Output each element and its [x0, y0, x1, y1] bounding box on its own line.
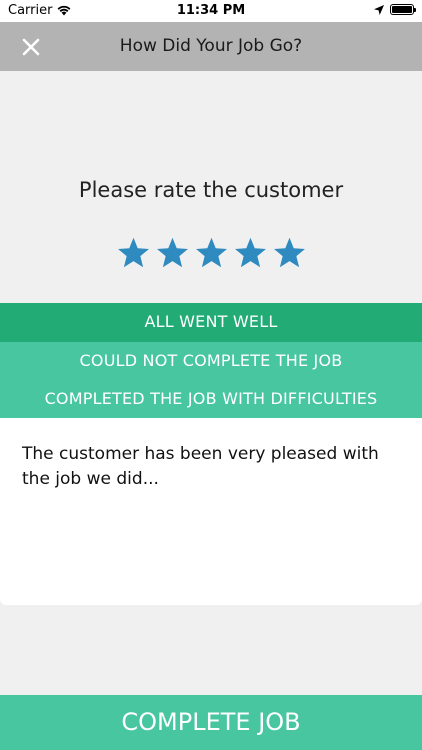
star-rating [0, 236, 422, 271]
status-bar: Carrier 11:34 PM [0, 0, 422, 22]
star-icon[interactable] [155, 236, 190, 271]
star-icon[interactable] [272, 236, 307, 271]
location-arrow-icon [374, 4, 384, 15]
star-icon[interactable] [194, 236, 229, 271]
complete-job-button[interactable]: COMPLETE JOB [0, 695, 422, 750]
rating-prompt: Please rate the customer [78, 178, 344, 202]
star-icon[interactable] [233, 236, 268, 271]
battery-icon [390, 4, 416, 15]
star-icon[interactable] [116, 236, 151, 271]
nav-bar: How Did Your Job Go? [0, 22, 422, 71]
battery-level [392, 6, 412, 13]
comment-field[interactable]: The customer has been very pleased with … [0, 418, 422, 605]
status-time: 11:34 PM [176, 3, 246, 18]
outcome-option[interactable]: ALL WENT WELL [0, 303, 422, 342]
outcome-options: ALL WENT WELL COULD NOT COMPLETE THE JOB C… [0, 303, 422, 419]
outcome-option[interactable]: COULD NOT COMPLETE THE JOB [0, 341, 422, 380]
status-right [374, 4, 416, 15]
outcome-option[interactable]: COMPLETED THE JOB WITH DIFFICULTIES [0, 380, 422, 419]
page-title: How Did Your Job Go? [119, 36, 303, 56]
